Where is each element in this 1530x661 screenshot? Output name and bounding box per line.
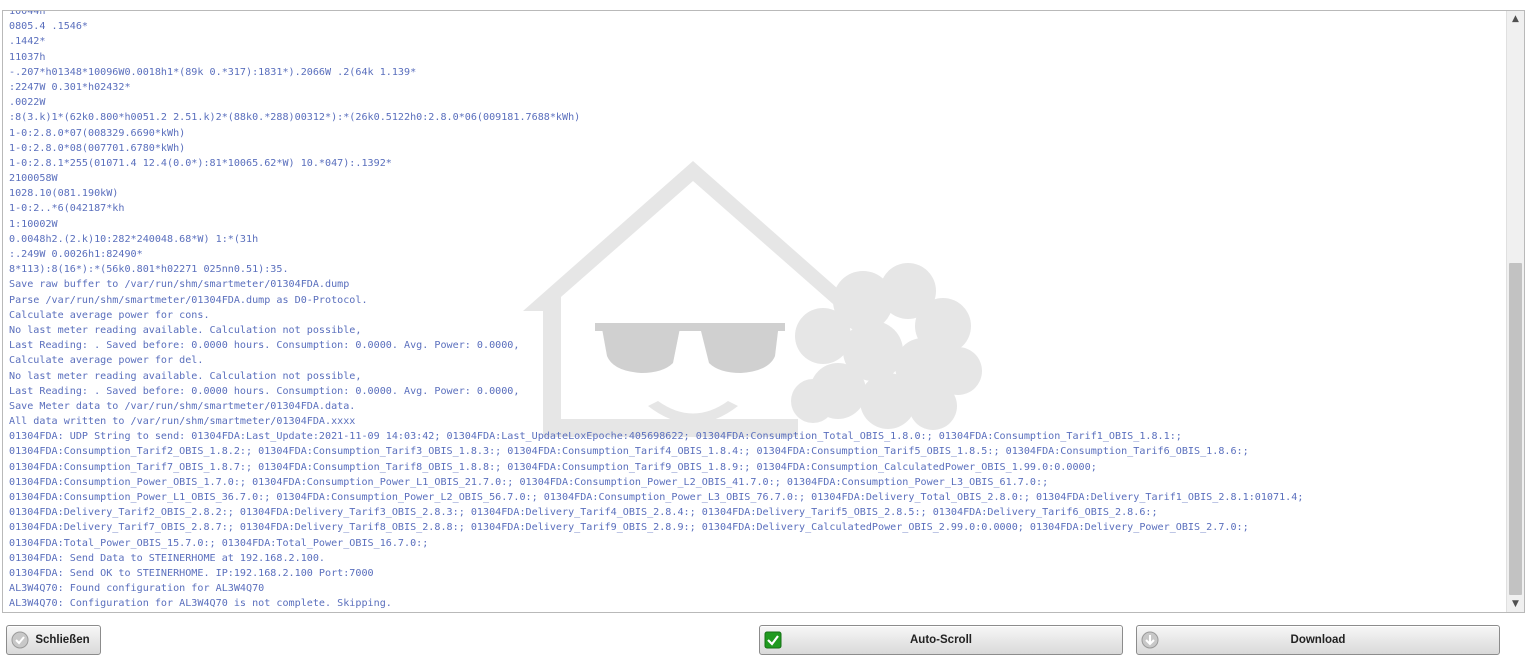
log-line: Last Reading: . Saved before: 0.0000 hou… (9, 340, 520, 352)
log-line: 2100058W (9, 173, 58, 185)
log-line: 11037h (9, 51, 46, 63)
download-button[interactable]: Download (1136, 625, 1500, 655)
log-line: 01304FDA: UDP String to send: 01304FDA:L… (9, 431, 1182, 443)
log-line: 01304FDA:Consumption_Power_OBIS_1.7.0:; … (9, 476, 1049, 488)
log-line: Save Meter data to /var/run/shm/smartmet… (9, 400, 356, 412)
log-line: .0022W (9, 97, 46, 109)
autoscroll-button-label: Auto-Scroll (910, 634, 972, 646)
log-line: 0.0048h2.(2.k)10:282*240048.68*W) 1:*(31… (9, 233, 259, 245)
log-line: All data written to /var/run/shm/smartme… (9, 416, 356, 428)
log-line: AL3W4Q70: Found configuration for AL3W4Q… (9, 583, 265, 595)
log-line: 0805.4 .1546* (9, 21, 89, 33)
checkbox-checked-icon[interactable] (764, 631, 782, 649)
log-line: 01304FDA:Consumption_Power_L1_OBIS_36.7.… (9, 492, 1304, 503)
log-line: Calculate average power for del. (9, 355, 204, 367)
log-line: 10044h (9, 10, 46, 17)
log-line: 1-0:2.8.0*08(007701.6780*kWh) (9, 142, 186, 154)
log-line: No last meter reading available. Calcula… (9, 370, 362, 382)
log-line: 01304FDA:Total_Power_OBIS_15.7.0:; 01304… (9, 537, 429, 549)
log-line: :8(3.k)1*(62k0.800*h0051.2 2.51.k)2*(88k… (9, 112, 581, 124)
log-line: AL3W4Q70: Configuration for AL3W4Q70 is … (9, 598, 392, 610)
scroll-thumb[interactable] (1509, 263, 1522, 595)
download-button-label: Download (1290, 634, 1346, 646)
log-viewer[interactable]: 10044h 0805.4 .1546* .1442* 11037h -.207*h01… (2, 10, 1525, 613)
close-button-label: Schließen (35, 634, 90, 646)
vertical-scrollbar[interactable]: ▲ ▼ (1506, 11, 1524, 612)
log-line: 1-0:2.8.0*07(008329.6690*kWh) (9, 127, 186, 139)
log-line: Calculate average power for cons. (9, 309, 210, 321)
log-line: -.207*h01348*10096W0.0018h1*(89k 0.*317)… (9, 66, 417, 78)
log-line: 1-0:2..*6(042187*kh (9, 203, 125, 215)
log-line: 01304FDA:Consumption_Tarif7_OBIS_1.8.7:;… (9, 461, 1097, 473)
log-line: 1:10002W (9, 218, 58, 230)
log-line: 1028.10(081.190kW) (9, 188, 119, 200)
log-line: :2247W 0.301*h02432* (9, 81, 131, 93)
log-line: :.249W 0.0026h1:82490* (9, 249, 143, 260)
log-line: 01304FDA:Consumption_Tarif2_OBIS_1.8.2:;… (9, 446, 1249, 458)
download-arrow-icon (1141, 631, 1159, 649)
scroll-down-arrow-icon[interactable]: ▼ (1507, 596, 1524, 612)
log-line: 1-0:2.8.1*255(01071.4 12.4(0.0*):81*1006… (9, 157, 392, 169)
log-output: 10044h 0805.4 .1546* .1442* 11037h -.207*h01… (9, 10, 1502, 612)
log-line: 01304FDA:Delivery_Tarif7_OBIS_2.8.7:; 01… (9, 522, 1249, 534)
autoscroll-toggle-button[interactable]: Auto-Scroll (759, 625, 1123, 655)
close-check-icon (11, 631, 29, 649)
log-line: 01304FDA: Send Data to STEINERHOME at 19… (9, 552, 326, 564)
log-line: .1442* (9, 36, 46, 48)
log-line: Last Reading: . Saved before: 0.0000 hou… (9, 385, 520, 397)
close-button[interactable]: Schließen (6, 625, 101, 655)
scroll-up-arrow-icon[interactable]: ▲ (1507, 11, 1524, 27)
log-line: 01304FDA: Send OK to STEINERHOME. IP:192… (9, 567, 374, 579)
log-line: 8*113):8(16*):*(56k0.801*h02271 025nn0.5… (9, 264, 289, 276)
log-line: Parse /var/run/shm/smartmeter/01304FDA.d… (9, 294, 368, 306)
log-line: No last meter reading available. Calcula… (9, 324, 362, 336)
log-line: 01304FDA:Delivery_Tarif2_OBIS_2.8.2:; 01… (9, 507, 1158, 519)
log-line: Save raw buffer to /var/run/shm/smartmet… (9, 279, 350, 291)
